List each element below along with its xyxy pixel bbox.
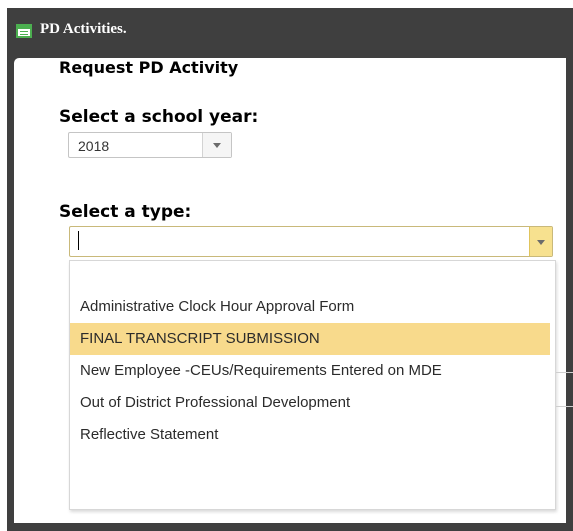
type-dropdown-list[interactable]: Administrative Clock Hour Approval Form … [69,260,556,510]
chevron-down-icon [213,143,221,148]
dropdown-option[interactable]: New Employee -CEUs/Requirements Entered … [70,355,550,387]
dropdown-option[interactable]: Out of District Professional Development [70,387,550,419]
type-label: Select a type: [59,202,192,222]
school-year-select[interactable]: 2018 [68,132,232,158]
divider [556,406,573,407]
window-title: PD Activities. [40,21,127,37]
text-cursor [78,231,79,250]
dropdown-option-selected[interactable]: FINAL TRANSCRIPT SUBMISSION [70,323,550,355]
chevron-down-icon [537,239,545,245]
school-year-dropdown-button[interactable] [202,133,231,157]
type-combobox-input[interactable] [69,226,553,257]
screen: PD Activities. Request PD Activity Selec… [0,0,573,531]
school-year-value: 2018 [78,138,110,154]
list-window-icon [16,24,32,38]
divider [556,372,573,373]
window-titlebar[interactable]: PD Activities. [7,8,573,56]
type-dropdown-button[interactable] [529,227,552,256]
dropdown-option[interactable]: Administrative Clock Hour Approval Form [70,291,550,323]
dropdown-option[interactable]: Reflective Statement [70,419,550,451]
page-title: Request PD Activity [59,58,239,77]
school-year-label: Select a school year: [59,107,259,127]
